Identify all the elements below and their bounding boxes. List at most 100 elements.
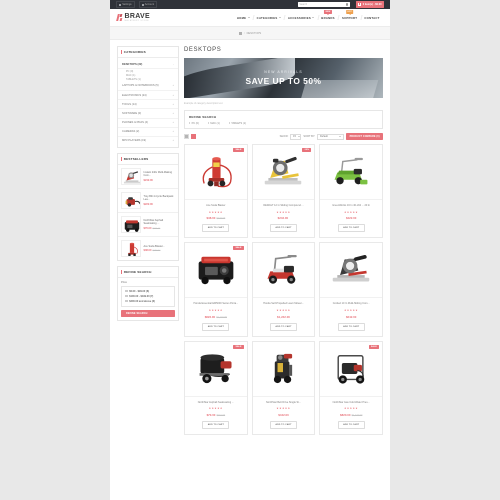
toggle-icon[interactable]: +	[172, 84, 174, 87]
product-image[interactable]	[253, 243, 315, 297]
sidebar-item-mp3[interactable]: MP3 PLAYERS (19) +	[118, 137, 178, 145]
list-view-icon[interactable]	[191, 134, 196, 139]
product-card[interactable]: SALE Honda Essential EM5000 Series Porta…	[184, 242, 248, 337]
rating-stars: ★★★★★	[208, 407, 223, 411]
search-input[interactable]: Search	[299, 3, 346, 6]
sidebar-item-electronics[interactable]: ELECTRONICS (24) +	[118, 91, 178, 101]
show-select[interactable]: 15	[290, 133, 302, 140]
add-to-cart-button[interactable]: ADD TO CART	[269, 224, 298, 233]
add-to-cart-button[interactable]: ADD TO CART	[269, 420, 298, 429]
product-name[interactable]: NorthStar Belt Drive Single St...	[256, 401, 312, 404]
product-card[interactable]: Honda Self-Propelled Lawn Mower... ★★★★★…	[251, 242, 316, 337]
product-name[interactable]: Troy-Bilt 4-Cycle Backpack Lea...	[144, 195, 176, 201]
toggle-icon[interactable]: +	[172, 130, 174, 133]
product-card[interactable]: SALE NorthStar Asphalt Sealcoating ... ★…	[184, 340, 248, 435]
toggle-icon[interactable]: +	[172, 121, 174, 124]
refine-option-row[interactable]: $100.00 - $199.00 (7)	[125, 295, 171, 298]
nav-item-accessories[interactable]: ACCESSORIES	[284, 16, 317, 20]
chevron-down-icon	[339, 136, 342, 137]
promo-banner[interactable]: NEW ARRIVALS SAVE UP TO 50%	[184, 58, 383, 98]
sort-select[interactable]: Default	[317, 133, 345, 140]
sidebar-item-cameras[interactable]: CAMERAS (2) +	[118, 128, 178, 137]
lawn-mower-red-art	[267, 254, 298, 284]
product-name[interactable]: Corded 10 In Multi-Sliding Com...	[323, 302, 379, 305]
sidebar-item-software[interactable]: SOFTWARE (0) +	[118, 109, 178, 119]
product-name[interactable]: DEWALT 12 In Sliding Compound ...	[256, 204, 312, 207]
product-card[interactable]: -10% DEWALT 12 In Sliding Compound ... ★…	[251, 144, 316, 239]
add-to-cart-button[interactable]: ADD TO CART	[337, 224, 365, 233]
subcategory-link-pc[interactable]: PC (0)	[189, 122, 199, 125]
subcategory-link-mac[interactable]: MAC (1)	[207, 122, 220, 125]
product-name[interactable]: Honda Self-Propelled Lawn Mower...	[256, 302, 312, 305]
home-icon[interactable]	[238, 31, 242, 35]
refine-option-row[interactable]: $0.00 - $99.00 (8)	[125, 290, 171, 293]
add-to-cart-button[interactable]: ADD TO CART	[202, 420, 230, 429]
list-item[interactable]: Instant 240v Multi-Making Com... $242.00	[118, 165, 178, 190]
list-item[interactable]: NorthStar Asphalt Sealcoating ... $70.00…	[118, 213, 178, 238]
product-name[interactable]: GreenWorks 16 In 40-Volt ... 20 In	[323, 204, 379, 207]
add-to-cart-button[interactable]: ADD TO CART	[337, 420, 365, 429]
breadcrumb-current[interactable]: DESKTOPS	[247, 32, 262, 35]
product-name[interactable]: NorthStar Asphalt Sealcoating ...	[144, 219, 176, 225]
product-name[interactable]: Honda Essential EM5000 Series Porta...	[188, 302, 244, 305]
nav-item-categories[interactable]: CATEGORIES	[253, 16, 284, 20]
sidebar-item-laptops[interactable]: LAPTOPS & NOTEBOOKS (5) +	[118, 82, 178, 91]
topbar-link-settings[interactable]: Settings	[116, 1, 135, 8]
sidebar-item-phones[interactable]: PHONES & PDAS (4) +	[118, 119, 178, 128]
list-item[interactable]: Ace Soda Blaster... $38.00$122.00	[118, 237, 178, 260]
product-image[interactable]	[320, 243, 382, 297]
product-image[interactable]	[185, 243, 247, 297]
product-card[interactable]: Corded 10 In Multi-Sliding Com... ★★★★★ …	[319, 242, 383, 337]
list-item[interactable]: Troy-Bilt 4-Cycle Backpack Lea... $222.0…	[118, 189, 178, 214]
toggle-icon[interactable]: -	[173, 63, 174, 66]
product-compare-button[interactable]: PRODUCT COMPARE (0)	[346, 133, 383, 140]
toggle-icon[interactable]: +	[172, 112, 174, 115]
search-icon[interactable]	[346, 3, 349, 6]
add-to-cart-button[interactable]: ADD TO CART	[269, 322, 298, 331]
product-info: Instant 240v Multi-Making Com... $242.00	[144, 171, 176, 182]
product-card[interactable]: SALE NorthStar Gas Cold Water Pres... ★★…	[319, 340, 383, 435]
bestsellers-header: BESTSELLERS	[118, 154, 178, 166]
product-name[interactable]: Instant 240v Multi-Making Com...	[144, 171, 176, 177]
sidebar-item-tools[interactable]: TOOLS (14) +	[118, 100, 178, 110]
product-card[interactable]: GreenWorks 16 In 40-Volt ... 20 In ★★★★★…	[319, 144, 383, 239]
add-to-cart-button[interactable]: ADD TO CART	[202, 322, 230, 331]
product-image[interactable]	[253, 342, 315, 396]
product-image[interactable]	[320, 145, 382, 199]
product-card[interactable]: SALE Ace Soda Blaster ★★★★★ $38.00$122.0…	[184, 144, 248, 239]
leaf-blower-art	[125, 197, 140, 207]
nav-item-home[interactable]: HOME	[234, 16, 253, 20]
nav-item-contact[interactable]: CONTACT	[361, 16, 383, 20]
nav-item-brands[interactable]: NEW BRANDS	[318, 10, 338, 20]
checkbox-icon[interactable]	[125, 299, 128, 303]
product-name[interactable]: Ace Soda Blaster...	[144, 245, 176, 248]
toggle-icon[interactable]: +	[172, 103, 174, 106]
refine-option-row[interactable]: $200.00 and above (6)	[125, 300, 171, 303]
grid-view-icon[interactable]	[184, 134, 189, 139]
product-image[interactable]	[320, 342, 382, 396]
topbar-link-account[interactable]: Account	[138, 1, 158, 8]
refine-search-button[interactable]: REFINE SEARCH	[121, 310, 175, 318]
logo[interactable]: BRAVE MACHINERY STORE	[116, 13, 150, 23]
product-name[interactable]: NorthStar Gas Cold Water Pres...	[323, 401, 379, 404]
cart-button[interactable]: 0 item(s) - $0.00	[355, 1, 384, 8]
add-to-cart-button[interactable]: ADD TO CART	[202, 224, 230, 233]
product-image[interactable]	[253, 145, 315, 199]
product-name[interactable]: NorthStar Asphalt Sealcoating ...	[188, 401, 244, 404]
sidebar-item-desktops[interactable]: DESKTOPS (32) -	[118, 60, 178, 70]
product-card[interactable]: NorthStar Belt Drive Single St... ★★★★★ …	[251, 340, 316, 435]
product-price: $1,242.00	[256, 315, 312, 319]
product-image[interactable]	[185, 342, 247, 396]
nav-item-support[interactable]: HOT SUPPORT	[339, 10, 361, 20]
search-box[interactable]: Search	[297, 1, 350, 8]
add-to-cart-button[interactable]: ADD TO CART	[337, 322, 365, 331]
rating-stars: ★★★★★	[344, 309, 359, 313]
subcategory-link-tablets[interactable]: TABLETS (1)	[228, 122, 246, 125]
toggle-icon[interactable]: +	[172, 94, 174, 97]
product-name[interactable]: Ace Soda Blaster	[188, 204, 244, 207]
toggle-icon[interactable]: +	[172, 139, 174, 142]
checkbox-icon[interactable]	[125, 289, 128, 293]
checkbox-icon[interactable]	[125, 294, 128, 298]
product-image[interactable]	[185, 145, 247, 199]
category-label: PHONES & PDAS (4)	[122, 121, 148, 125]
